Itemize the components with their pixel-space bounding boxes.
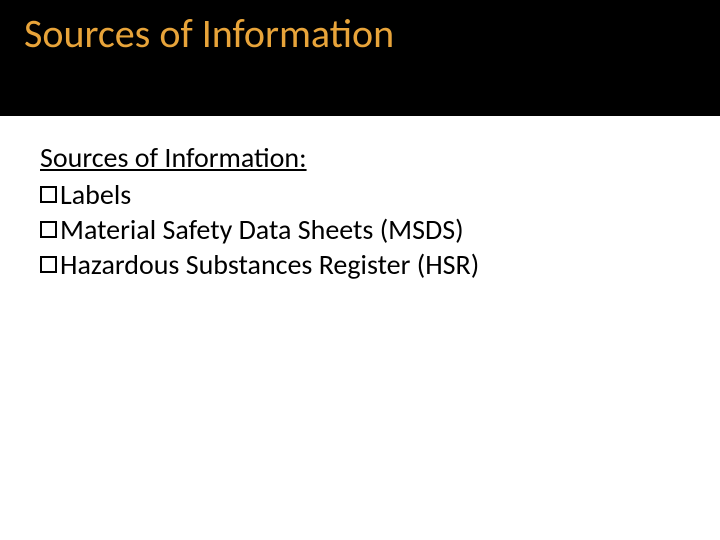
square-bullet-icon (40, 186, 57, 203)
list-item: Material Safety Data Sheets (MSDS) (40, 212, 680, 247)
content-subheading: Sources of Information: (40, 140, 680, 175)
list-item: Labels (40, 177, 680, 212)
list-item-label: Material Safety Data Sheets (MSDS) (60, 212, 464, 247)
list-item-label: Labels (60, 177, 131, 212)
list-item-label: Hazardous Substances Register (HSR) (60, 247, 479, 282)
sources-list: Labels Material Safety Data Sheets (MSDS… (40, 177, 680, 282)
slide-content: Sources of Information: Labels Material … (0, 116, 720, 282)
slide-title: Sources of Information (24, 12, 700, 56)
slide-title-bar: Sources of Information (0, 0, 720, 116)
square-bullet-icon (40, 221, 57, 238)
list-item: Hazardous Substances Register (HSR) (40, 247, 680, 282)
square-bullet-icon (40, 256, 57, 273)
